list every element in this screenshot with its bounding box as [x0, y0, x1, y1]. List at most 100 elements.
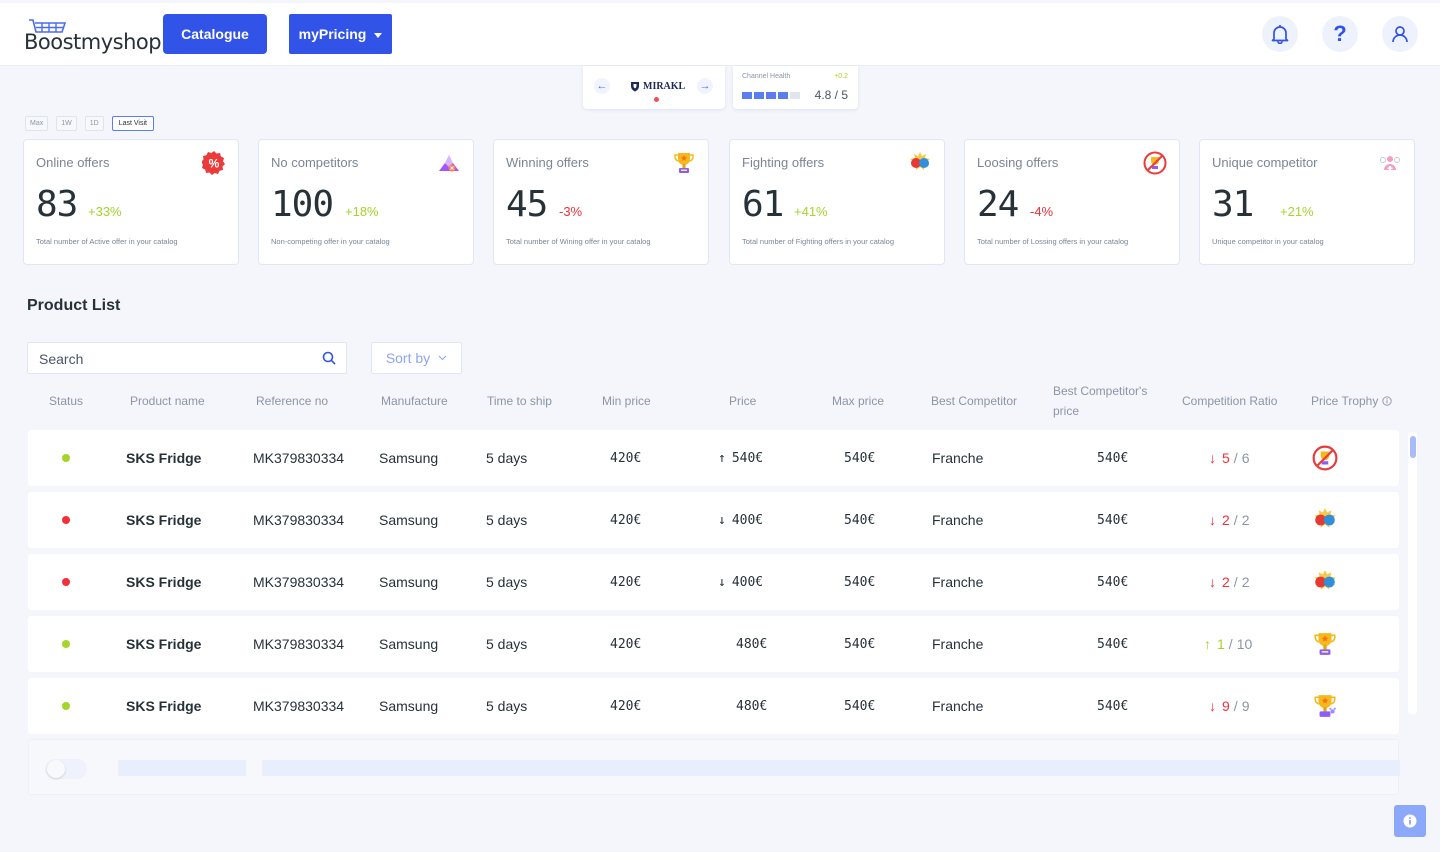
search-input[interactable]: Search	[27, 342, 347, 374]
mypricing-dropdown[interactable]: myPricing	[289, 14, 392, 54]
catalogue-label: Catalogue	[181, 26, 249, 42]
notifications-button[interactable]	[1262, 16, 1298, 52]
kpi-card-online-offers[interactable]: Online offers % 83 +33% Total number of …	[23, 139, 239, 265]
best-competitor: Franche	[932, 698, 984, 714]
best-competitor-price: 540€	[1097, 450, 1129, 466]
product-name[interactable]: SKS Fridge	[126, 554, 201, 610]
catalogue-button[interactable]: Catalogue	[163, 14, 267, 54]
kpi-delta: +33%	[88, 204, 122, 219]
price-trophy[interactable]	[1312, 492, 1338, 548]
trophy-icon	[1312, 631, 1338, 657]
kpi-value: 61	[742, 184, 784, 225]
price-trophy[interactable]	[1312, 616, 1338, 672]
reference-no: MK379830334	[253, 574, 345, 590]
range-max-button[interactable]: Max	[25, 116, 49, 131]
kpi-title: Online offers	[36, 155, 110, 170]
price-trophy[interactable]	[1312, 554, 1338, 610]
kpi-card-unique-competitor[interactable]: Unique competitor 31 +21% Unique competi…	[1199, 139, 1415, 265]
price-cell[interactable]: ↓ 400€	[718, 554, 763, 610]
status-cell	[62, 678, 70, 734]
column-header-max-price[interactable]: Max price	[832, 391, 884, 411]
kpi-card-winning-offers[interactable]: Winning offers 45 -3% Total number of Wi…	[493, 139, 709, 265]
kpi-delta: +18%	[345, 204, 379, 219]
kpi-card-fighting-offers[interactable]: Fighting offers 61 +41% Total number of …	[729, 139, 945, 265]
column-header-manufacture[interactable]: Manufacture	[381, 391, 448, 411]
product-name[interactable]: SKS Fridge	[126, 678, 201, 734]
column-header-time-to-ship[interactable]: Time to ship	[487, 391, 552, 411]
health-bar-segment	[754, 92, 764, 99]
rank-total: 2	[1241, 512, 1250, 528]
table-row[interactable]: SKS Fridge MK379830334 Samsung 5 days 420€ 48…	[28, 616, 1399, 672]
table-row[interactable]: SKS Fridge MK379830334 Samsung 5 days 420€ 48…	[28, 678, 1399, 734]
scrollbar-thumb[interactable]	[1410, 436, 1416, 458]
table-row[interactable]: SKS Fridge MK379830334 Samsung 5 days 420€ ↓ 4…	[28, 554, 1399, 610]
column-header-price[interactable]: Price	[729, 391, 756, 411]
price-cell[interactable]: ↑ 540€	[718, 430, 763, 486]
next-channel-button[interactable]: →	[697, 78, 713, 94]
range-1w-button[interactable]: 1W	[56, 116, 77, 131]
boostmyshop-logo[interactable]: Boostmyshop	[24, 19, 162, 53]
help-icon: ?	[1333, 21, 1347, 46]
arrow-down-icon: ↓	[718, 574, 726, 590]
user-icon	[1392, 26, 1408, 43]
manufacture: Samsung	[379, 636, 439, 652]
sort-by-dropdown[interactable]: Sort by	[371, 342, 462, 374]
rank-total: 10	[1236, 636, 1253, 652]
arrow-right-icon: →	[699, 80, 711, 92]
range-1d-button[interactable]: 1D	[84, 116, 104, 131]
status-cell	[62, 554, 70, 610]
price-trophy[interactable]	[1312, 430, 1338, 486]
kpi-delta: +41%	[794, 204, 828, 219]
shield-icon	[631, 82, 639, 92]
column-header-price-trophy[interactable]: Price Trophy	[1311, 391, 1393, 411]
range-last-visit-button[interactable]: Last Visit	[111, 116, 154, 131]
best-competitor-price: 540€	[1097, 574, 1129, 590]
price-cell[interactable]: 480€	[736, 616, 767, 672]
competition-ratio: ↓ 5/6	[1209, 430, 1249, 486]
time-to-ship: 5 days	[486, 636, 528, 652]
column-header-best-competitor-price[interactable]: Best Competitor's price	[1053, 381, 1163, 421]
skeleton-toggle-knob	[47, 760, 65, 778]
price-cell[interactable]: 480€	[736, 678, 767, 734]
best-competitor: Franche	[932, 636, 984, 652]
column-header-status[interactable]: Status	[49, 391, 83, 411]
price-cell[interactable]: ↓ 400€	[718, 492, 763, 548]
search-icon[interactable]	[322, 351, 336, 365]
loading-skeleton-row	[28, 739, 1400, 795]
table-row[interactable]: SKS Fridge MK379830334 Samsung 5 days 420€ ↑ 5…	[28, 430, 1399, 486]
best-competitor-price: 540€	[1097, 512, 1129, 528]
bell-icon	[1271, 25, 1289, 44]
info-button[interactable]	[1394, 805, 1426, 837]
column-header-product-name[interactable]: Product name	[130, 391, 205, 411]
kpi-title: No competitors	[271, 155, 359, 170]
user-profile-button[interactable]	[1382, 16, 1418, 52]
column-header-best-competitor[interactable]: Best Competitor	[931, 391, 1017, 411]
kpi-card-loosing-offers[interactable]: Loosing offers 24 -4% Total number of Lo…	[964, 139, 1180, 265]
table-row[interactable]: SKS Fridge MK379830334 Samsung 5 days 420€ ↓ 4…	[28, 492, 1399, 548]
rank-total: 9	[1241, 698, 1250, 714]
product-name[interactable]: SKS Fridge	[126, 492, 201, 548]
ratio-separator: /	[1233, 512, 1238, 528]
prev-channel-button[interactable]: ←	[594, 78, 610, 94]
kpi-card-no-competitors[interactable]: No competitors 100 +18% Non-competing of…	[258, 139, 474, 265]
kpi-value: 100	[271, 184, 334, 225]
percent-badge-icon: %	[202, 151, 225, 175]
max-price: 540€	[844, 574, 876, 590]
table-scrollbar[interactable]	[1408, 432, 1417, 714]
info-icon[interactable]	[1382, 396, 1393, 406]
column-header-competition-ratio[interactable]: Competition Ratio	[1182, 391, 1277, 411]
price-trophy[interactable]	[1312, 678, 1338, 734]
column-header-min-price[interactable]: Min price	[602, 391, 651, 411]
rank: 1	[1217, 636, 1225, 652]
help-button[interactable]: ?	[1322, 16, 1358, 52]
column-header-reference[interactable]: Reference no	[256, 391, 328, 411]
product-name[interactable]: SKS Fridge	[126, 616, 201, 672]
arrow-down-icon: ↓	[1209, 450, 1216, 466]
rank: 2	[1222, 574, 1230, 590]
product-name[interactable]: SKS Fridge	[126, 430, 201, 486]
reference-no: MK379830334	[253, 636, 345, 652]
kpi-value: 31	[1212, 184, 1254, 225]
competition-ratio: ↑ 1/10	[1204, 616, 1252, 672]
best-competitor-price: 540€	[1097, 698, 1129, 714]
skeleton-bar	[262, 760, 1400, 776]
